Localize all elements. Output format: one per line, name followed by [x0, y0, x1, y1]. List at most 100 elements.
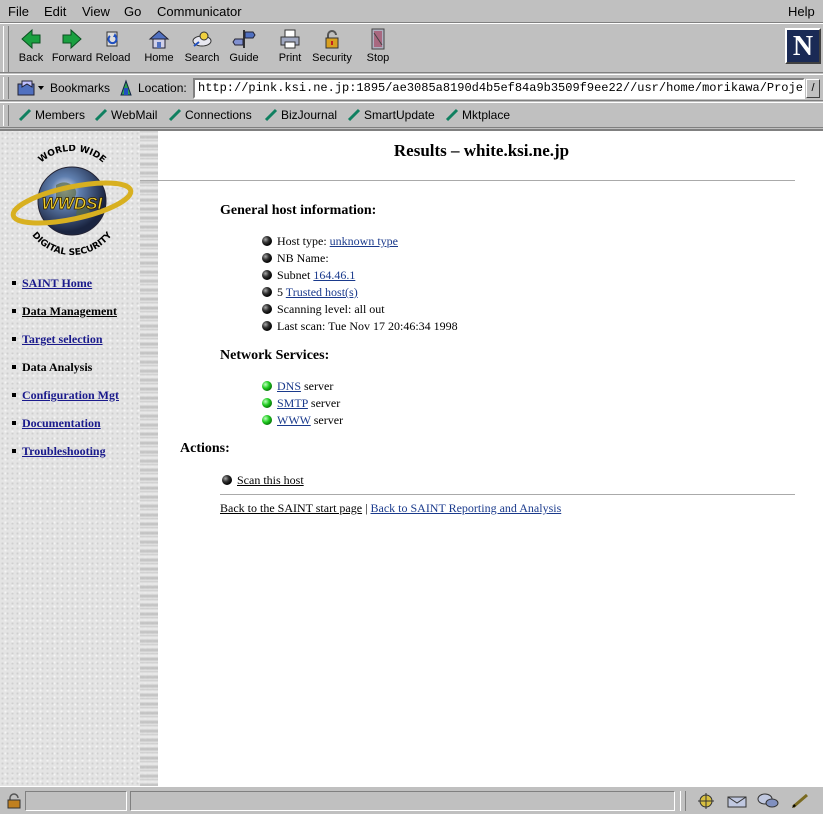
- link-pencil-icon: [94, 108, 108, 122]
- sidebar-link[interactable]: Documentation: [22, 416, 101, 430]
- back-to-reporting-link[interactable]: Back to SAINT Reporting and Analysis: [370, 501, 561, 515]
- guide-button[interactable]: Guide: [223, 26, 265, 72]
- reload-button[interactable]: Reload: [92, 26, 134, 72]
- menu-communicator[interactable]: Communicator: [157, 4, 242, 19]
- forward-button[interactable]: Forward: [51, 26, 93, 72]
- network-services-heading: Network Services:: [220, 348, 330, 363]
- url-input[interactable]: http://pink.ksi.ne.jp:1895/ae3085a8190d4…: [193, 78, 805, 99]
- link-pencil-icon: [347, 108, 361, 122]
- location-toolbar: Bookmarks Location: http://pink.ksi.ne.j…: [0, 74, 823, 101]
- square-bullet-icon: [12, 449, 16, 453]
- service-item-dns: DNS server: [262, 379, 333, 394]
- discussion-component-icon[interactable]: [756, 792, 780, 813]
- personal-item-bizjournal[interactable]: BizJournal: [264, 108, 337, 122]
- component-bar-grip[interactable]: [680, 791, 686, 811]
- sidebar: WORLD WIDE DIGITAL SECURITY WWDSI SAINT …: [0, 131, 158, 786]
- location-label: Location:: [138, 81, 187, 95]
- host-type-link[interactable]: unknown type: [330, 234, 398, 248]
- print-label: Print: [278, 52, 302, 64]
- footer-separator: |: [365, 501, 368, 515]
- service-item-www: WWW server: [262, 413, 343, 428]
- sidebar-item-data-management[interactable]: Data Management: [12, 304, 117, 319]
- navigator-component-icon[interactable]: [696, 792, 716, 813]
- security-lock-status-icon[interactable]: [5, 792, 23, 813]
- sidebar-link[interactable]: Target selection: [22, 332, 103, 346]
- stop-button[interactable]: Stop: [357, 26, 399, 72]
- security-label: Security: [312, 52, 352, 64]
- search-label: Search: [184, 52, 220, 64]
- results-panel: Results – white.ksi.ne.jp General host i…: [140, 131, 823, 786]
- sidebar-item-documentation[interactable]: Documentation: [12, 416, 101, 431]
- sidebar-item-target-selection[interactable]: Target selection: [12, 332, 103, 347]
- location-proxy-icon[interactable]: [118, 79, 134, 100]
- home-icon: [148, 30, 170, 49]
- sidebar-item-saint-home[interactable]: SAINT Home: [12, 276, 92, 291]
- last-scan-text: Last scan: Tue Nov 17 20:46:34 1998: [277, 319, 458, 333]
- personal-grip[interactable]: [3, 105, 9, 126]
- footer-links: Back to the SAINT start page | Back to S…: [220, 501, 561, 516]
- menu-edit[interactable]: Edit: [44, 4, 66, 19]
- menu-help[interactable]: Help: [788, 4, 815, 19]
- toolbar-grip[interactable]: [3, 26, 9, 72]
- general-info-heading: General host information:: [220, 203, 377, 218]
- personal-item-mktplace[interactable]: Mktplace: [445, 108, 510, 122]
- black-bullet-icon: [262, 287, 272, 297]
- svg-text:WORLD WIDE: WORLD WIDE: [37, 145, 108, 165]
- scan-host-link[interactable]: Scan this host: [237, 473, 304, 487]
- black-bullet-icon: [262, 321, 272, 331]
- personal-item-webmail[interactable]: WebMail: [94, 108, 157, 122]
- logo-ring-top-text: WORLD WIDE: [37, 145, 108, 165]
- menu-file[interactable]: File: [8, 4, 29, 19]
- nb-name-label: NB Name:: [277, 251, 329, 265]
- sidebar-item-troubleshooting[interactable]: Troubleshooting: [12, 444, 106, 459]
- logo-wordmark: WWDSI: [42, 194, 104, 213]
- composer-component-icon[interactable]: [790, 792, 812, 813]
- security-button[interactable]: Security: [311, 26, 353, 72]
- menubar: File Edit View Go Communicator Help: [0, 0, 823, 23]
- black-bullet-icon: [262, 236, 272, 246]
- bookmarks-icon[interactable]: [16, 79, 46, 100]
- link-pencil-icon: [264, 108, 278, 122]
- print-button[interactable]: Print: [269, 26, 311, 72]
- trusted-hosts-link[interactable]: Trusted host(s): [286, 285, 358, 299]
- home-button[interactable]: Home: [138, 26, 180, 72]
- personal-item-label: Connections: [185, 108, 252, 122]
- location-grip[interactable]: [3, 77, 9, 99]
- forward-label: Forward: [51, 52, 93, 64]
- subnet-link[interactable]: 164.46.1: [313, 268, 355, 282]
- back-to-start-link[interactable]: Back to the SAINT start page: [220, 501, 362, 515]
- bookmarks-label[interactable]: Bookmarks: [50, 81, 110, 95]
- personal-item-members[interactable]: Members: [18, 108, 85, 122]
- service-suffix: server: [304, 379, 334, 393]
- menu-view[interactable]: View: [82, 4, 110, 19]
- sidebar-link[interactable]: Troubleshooting: [22, 444, 106, 458]
- search-button[interactable]: Search: [181, 26, 223, 72]
- personal-item-label: BizJournal: [281, 108, 338, 122]
- menu-go[interactable]: Go: [124, 4, 141, 19]
- sidebar-link[interactable]: SAINT Home: [22, 276, 92, 290]
- link-pencil-icon: [168, 108, 182, 122]
- progress-panel: [25, 791, 127, 811]
- personal-item-connections[interactable]: Connections: [168, 108, 252, 122]
- sidebar-link[interactable]: Configuration Mgt: [22, 388, 119, 402]
- back-button[interactable]: Back: [10, 26, 52, 72]
- mail-component-icon[interactable]: [726, 792, 750, 813]
- sidebar-link[interactable]: Data Management: [22, 304, 117, 318]
- service-link-www[interactable]: WWW: [277, 413, 311, 427]
- status-message-panel: [130, 791, 675, 811]
- page-content[interactable]: WORLD WIDE DIGITAL SECURITY WWDSI SAINT …: [0, 129, 823, 786]
- green-bullet-icon: [262, 415, 272, 425]
- service-link-dns[interactable]: DNS: [277, 379, 301, 393]
- service-link-smtp[interactable]: SMTP: [277, 396, 308, 410]
- netscape-logo[interactable]: N: [785, 28, 821, 64]
- reload-icon: [106, 31, 118, 47]
- url-dropdown-button[interactable]: /: [806, 79, 820, 98]
- navigation-toolbar: Back Forward Reload Home Search Guide Pr…: [0, 23, 823, 73]
- personal-item-label: SmartUpdate: [364, 108, 435, 122]
- sidebar-item-configuration-mgt[interactable]: Configuration Mgt: [12, 388, 119, 403]
- square-bullet-icon: [12, 393, 16, 397]
- personal-item-smartupdate[interactable]: SmartUpdate: [347, 108, 435, 122]
- sidebar-item-data-analysis: Data Analysis: [12, 360, 92, 375]
- stop-label: Stop: [366, 52, 390, 64]
- black-bullet-icon: [222, 475, 232, 485]
